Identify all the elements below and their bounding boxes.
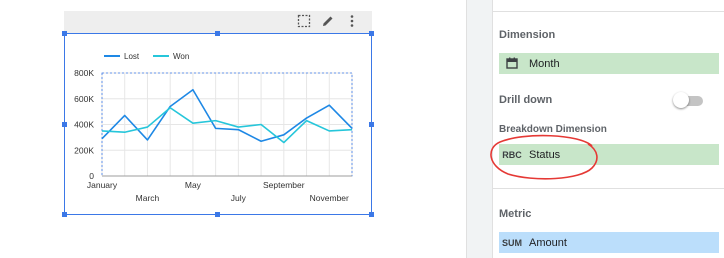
legend-label-lost: Lost: [124, 52, 140, 61]
y-tick-label: 800K: [74, 68, 94, 78]
dimension-title: Dimension: [499, 29, 556, 41]
resize-handle-top[interactable]: [215, 31, 220, 36]
metric-chip-label: Amount: [529, 236, 567, 249]
select-icon[interactable]: [296, 14, 312, 30]
resize-handle-top-right[interactable]: [369, 31, 374, 36]
metric-title: Metric: [499, 208, 532, 220]
resize-handle-left[interactable]: [62, 122, 67, 127]
more-icon[interactable]: [344, 14, 360, 30]
dimension-chip-label: Month: [529, 57, 560, 70]
sum-type-icon: SUM: [502, 237, 522, 248]
panel-divider: [466, 0, 493, 258]
y-tick-label: 600K: [74, 94, 94, 104]
time-series-chart: 0200K400K600K800KJanuary May SeptemberMarc…: [74, 52, 353, 203]
legend-label-won: Won: [173, 52, 189, 61]
x-tick-label: July: [231, 193, 247, 203]
metric-chip[interactable]: SUM Amount: [499, 232, 719, 253]
resize-handle-right[interactable]: [369, 122, 374, 127]
y-tick-label: 200K: [74, 145, 94, 155]
chart-toolbar: [64, 11, 372, 33]
section-divider: [493, 188, 724, 189]
drill-down-label: Drill down: [499, 94, 553, 106]
x-tick-label: November: [310, 193, 349, 203]
red-highlight-annotation: [490, 134, 598, 180]
resize-handle-top-left[interactable]: [62, 31, 67, 36]
x-tick-label: March: [136, 193, 160, 203]
calendar-icon: [499, 57, 525, 71]
y-tick-label: 400K: [74, 120, 94, 130]
resize-handle-bottom[interactable]: [215, 212, 220, 217]
report-canvas: 0 200K 400K 600K 800K January May September Marc…: [0, 0, 466, 258]
x-tick-label: January: [87, 180, 118, 190]
x-tick-label: May: [185, 180, 202, 190]
drill-down-toggle-knob[interactable]: [673, 92, 689, 108]
edit-icon[interactable]: [320, 14, 336, 30]
x-tick-label: September: [263, 180, 305, 190]
resize-handle-bottom-left[interactable]: [62, 212, 67, 217]
dimension-chip[interactable]: Month: [499, 53, 719, 74]
series-line-lost: [101, 88, 353, 143]
section-divider: [493, 11, 724, 12]
properties-panel: Dimension Month Drill down Breakdown Dim…: [493, 0, 724, 258]
resize-handle-bottom-right[interactable]: [369, 212, 374, 217]
